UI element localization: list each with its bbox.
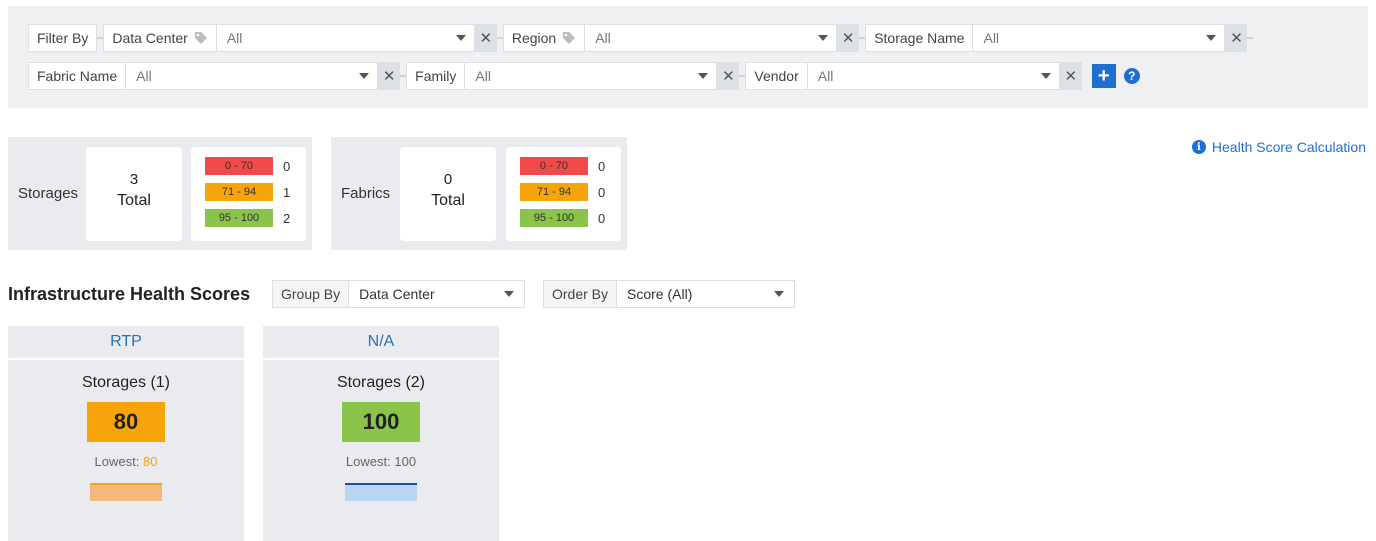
storages-total-label: Total bbox=[117, 192, 151, 209]
help-icon[interactable]: ? bbox=[1123, 68, 1140, 84]
range-chip: 0 - 70 bbox=[520, 157, 588, 175]
lowest-score: Lowest: 80 bbox=[94, 454, 158, 469]
range-chip: 0 - 70 bbox=[205, 157, 273, 175]
range-count: 2 bbox=[283, 210, 291, 226]
page-title: Infrastructure Health Scores bbox=[8, 284, 251, 304]
storages-summary: Storages 3 Total 0 - 70 0 71 - 94 1 95 -… bbox=[8, 137, 312, 250]
filter-bar: Filter By Data Center All ✕ Region All ✕… bbox=[8, 6, 1368, 108]
fabrics-range-row[interactable]: 0 - 70 0 bbox=[520, 157, 605, 175]
storages-total-box[interactable]: 3 Total bbox=[86, 147, 182, 241]
storages-total-count: 3 bbox=[129, 171, 139, 188]
filter-fabric-name-label: Fabric Name bbox=[28, 62, 127, 90]
range-count: 0 bbox=[598, 184, 606, 200]
clear-region-button[interactable]: ✕ bbox=[837, 24, 860, 52]
storages-range-row[interactable]: 0 - 70 0 bbox=[205, 157, 290, 175]
order-by-control: Order By Score (All) bbox=[543, 280, 796, 308]
fabrics-range-row[interactable]: 95 - 100 0 bbox=[520, 209, 605, 227]
filter-data-center-label: Data Center bbox=[103, 24, 217, 52]
group-card-title[interactable]: N/A bbox=[263, 326, 499, 360]
fabrics-total-label: Total bbox=[431, 192, 465, 209]
fabrics-range-row[interactable]: 71 - 94 0 bbox=[520, 183, 605, 201]
filter-region-label: Region bbox=[502, 24, 586, 52]
region-select[interactable]: All bbox=[585, 24, 838, 52]
health-score-calculation-link[interactable]: i Health Score Calculation bbox=[1191, 139, 1366, 155]
group-card-subtitle: Storages (2) bbox=[336, 374, 426, 391]
filter-row-2: Fabric Name All ✕ Family All ✕ Vendor Al… bbox=[28, 62, 1140, 90]
fabric-name-select[interactable]: All bbox=[126, 62, 379, 90]
fabrics-summary: Fabrics 0 Total 0 - 70 0 71 - 94 0 95 - … bbox=[331, 137, 627, 250]
plus-icon: + bbox=[1097, 65, 1110, 87]
chevron-down-icon bbox=[1206, 35, 1217, 41]
fabrics-title: Fabrics bbox=[341, 185, 391, 202]
range-count: 0 bbox=[598, 158, 606, 174]
range-chip: 71 - 94 bbox=[520, 183, 588, 201]
fabrics-range-box: 0 - 70 0 71 - 94 0 95 - 100 0 bbox=[506, 147, 621, 241]
storage-name-select[interactable]: All bbox=[973, 24, 1226, 52]
order-by-select[interactable]: Score (All) bbox=[617, 280, 796, 308]
fabrics-total-count: 0 bbox=[443, 171, 453, 188]
filter-family-label: Family bbox=[406, 62, 466, 90]
range-count: 0 bbox=[283, 158, 291, 174]
family-select[interactable]: All bbox=[465, 62, 718, 90]
range-chip: 71 - 94 bbox=[205, 183, 273, 201]
add-filter-button[interactable]: + bbox=[1091, 64, 1116, 88]
group-card-subtitle: Storages (1) bbox=[81, 374, 171, 391]
clear-storage-name-button[interactable]: ✕ bbox=[1225, 24, 1248, 52]
storages-range-row[interactable]: 71 - 94 1 bbox=[205, 183, 290, 201]
group-by-label: Group By bbox=[272, 280, 350, 308]
chevron-down-icon bbox=[1040, 73, 1051, 79]
group-by-select[interactable]: Data Center bbox=[349, 280, 526, 308]
info-icon: i bbox=[1191, 140, 1206, 154]
score-sparkbar bbox=[90, 483, 162, 501]
storages-range-box: 0 - 70 0 71 - 94 1 95 - 100 2 bbox=[191, 147, 306, 241]
filter-row-1: Filter By Data Center All ✕ Region All ✕… bbox=[28, 24, 1254, 52]
group-card-title[interactable]: RTP bbox=[8, 326, 244, 360]
order-by-label: Order By bbox=[543, 280, 618, 308]
clear-family-button[interactable]: ✕ bbox=[717, 62, 740, 90]
filter-storage-name-label: Storage Name bbox=[865, 24, 974, 52]
range-count: 1 bbox=[283, 184, 291, 200]
fabrics-total-box[interactable]: 0 Total bbox=[400, 147, 496, 241]
clear-data-center-button[interactable]: ✕ bbox=[474, 24, 497, 52]
group-card-na[interactable]: N/A Storages (2) 100 Lowest: 100 bbox=[263, 326, 499, 541]
score-sparkbar bbox=[345, 483, 417, 501]
storages-title: Storages bbox=[18, 185, 79, 202]
storages-range-row[interactable]: 95 - 100 2 bbox=[205, 209, 290, 227]
tag-icon bbox=[194, 32, 207, 44]
lowest-score: Lowest: 100 bbox=[345, 454, 417, 469]
chevron-down-icon bbox=[774, 291, 785, 297]
clear-vendor-button[interactable]: ✕ bbox=[1059, 62, 1082, 90]
chevron-down-icon bbox=[698, 73, 709, 79]
chevron-down-icon bbox=[359, 73, 370, 79]
chevron-down-icon bbox=[455, 35, 466, 41]
data-center-select[interactable]: All bbox=[216, 24, 475, 52]
score-badge: 100 bbox=[342, 402, 420, 442]
range-count: 0 bbox=[598, 210, 606, 226]
range-chip: 95 - 100 bbox=[520, 209, 588, 227]
filter-vendor-label: Vendor bbox=[745, 62, 808, 90]
chevron-down-icon bbox=[504, 291, 515, 297]
group-card-rtp[interactable]: RTP Storages (1) 80 Lowest: 80 bbox=[8, 326, 244, 541]
chevron-down-icon bbox=[818, 35, 829, 41]
group-by-control: Group By Data Center bbox=[272, 280, 526, 308]
range-chip: 95 - 100 bbox=[205, 209, 273, 227]
clear-fabric-name-button[interactable]: ✕ bbox=[378, 62, 401, 90]
tag-icon bbox=[563, 32, 576, 44]
filter-by-label: Filter By bbox=[28, 24, 98, 52]
score-badge: 80 bbox=[87, 402, 165, 442]
vendor-select[interactable]: All bbox=[807, 62, 1060, 90]
